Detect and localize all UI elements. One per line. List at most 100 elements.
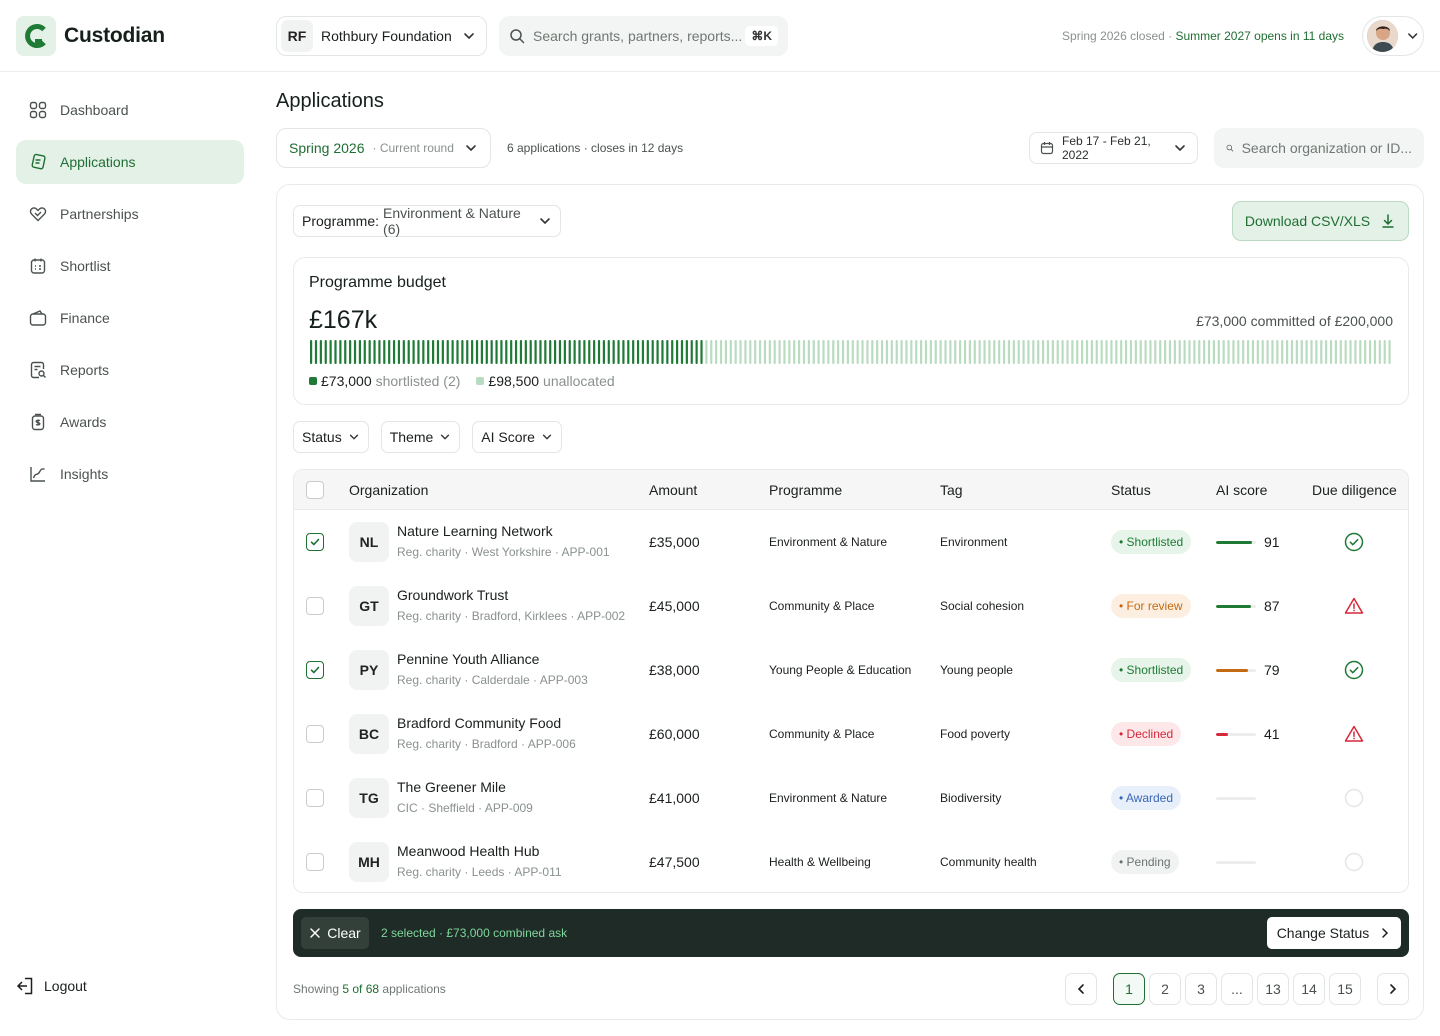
sidebar-item-applications[interactable]: Applications [16,140,244,184]
budget-tick [876,340,879,364]
empty-circle-icon[interactable] [1344,788,1364,808]
sidebar-item-dashboard[interactable]: Dashboard [16,88,244,132]
table-row[interactable]: BC Bradford Community Food Reg. charity · … [294,702,1408,766]
org-name[interactable]: The Greener Mile [397,779,506,795]
row-checkbox[interactable] [306,661,324,679]
ai-score-filter[interactable]: AI Score [472,421,562,453]
column-organization[interactable]: Organization [349,482,428,498]
sidebar-item-insights[interactable]: Insights [16,452,244,496]
status-badge[interactable]: • Pending [1111,850,1179,874]
budget-tick [1310,340,1313,364]
programme-filter[interactable]: Programme: Environment & Nature (6) [293,205,561,237]
budget-tick [310,340,313,364]
ai-score: 91 [1264,534,1280,550]
page-button[interactable]: 15 [1329,973,1361,1005]
organization-selector[interactable]: RF Rothbury Foundation [276,16,487,56]
change-status-button[interactable]: Change Status [1267,917,1401,949]
clear-selection-button[interactable]: Clear [301,917,369,949]
budget-tick [363,340,366,364]
programme-filter-label: Programme: [302,213,380,229]
status-badge[interactable]: • Shortlisted [1111,658,1192,682]
page-button[interactable]: 13 [1257,973,1289,1005]
budget-tick [646,340,649,364]
org-name[interactable]: Groundwork Trust [397,587,508,603]
row-checkbox[interactable] [306,597,324,615]
amount: £45,000 [649,598,700,614]
round-selector[interactable]: Spring 2026 · Current round [276,128,491,168]
page-button[interactable]: 14 [1293,973,1325,1005]
status-badge[interactable]: • Awarded [1111,786,1182,810]
status-filter[interactable]: Status [293,421,369,453]
budget-tick [1329,340,1333,364]
org-name[interactable]: Nature Learning Network [397,523,553,539]
org-name[interactable]: Bradford Community Food [397,715,561,731]
page-button[interactable]: 1 [1113,973,1145,1005]
budget-tick [973,340,976,364]
row-checkbox[interactable] [306,725,324,743]
warning-icon[interactable] [1344,724,1364,744]
user-menu[interactable] [1362,16,1424,56]
download-button[interactable]: Download CSV/XLS [1232,201,1409,241]
global-search[interactable]: Search grants, partners, reports... ⌘K [499,16,788,56]
budget-tick [1193,340,1196,364]
organization-search-input[interactable]: Search organization or ID... [1242,140,1412,156]
org-name[interactable]: Meanwood Health Hub [397,843,539,859]
budget-tick [1154,340,1157,364]
row-checkbox[interactable] [306,853,324,871]
budget-tick [475,340,479,364]
budget-tick [622,340,625,364]
column-tag[interactable]: Tag [940,482,963,498]
sidebar-item-awards[interactable]: Awards [16,400,244,444]
budget-tick [1183,340,1186,364]
table-row[interactable]: MH Meanwood Health Hub Reg. charity · Leed… [294,830,1408,892]
check-icon [310,666,320,674]
column-due-diligence[interactable]: Due diligence [1312,482,1397,498]
check-circle-icon[interactable] [1344,660,1364,680]
page-button[interactable]: 3 [1185,973,1217,1005]
budget-tick [1134,340,1137,364]
sidebar-item-shortlist[interactable]: Shortlist [16,244,244,288]
logout-button[interactable]: Logout [16,976,87,996]
theme-filter[interactable]: Theme [380,421,461,453]
page-button[interactable]: 2 [1149,973,1181,1005]
org-initials: PY [349,650,389,690]
status-badge[interactable]: • Declined [1111,722,1182,746]
brand-logo-icon[interactable] [16,16,56,56]
budget-tick [690,340,693,364]
column-status[interactable]: Status [1111,482,1151,498]
row-checkbox[interactable] [306,533,324,551]
showing-count: Showing 5 of 68 applications [293,982,446,996]
column-ai-score[interactable]: AI score [1216,482,1267,498]
sidebar-item-finance[interactable]: Finance [16,296,244,340]
applications-info: 6 applications · closes in 12 days [507,141,684,155]
ai-score-fill [1216,605,1251,608]
select-all-checkbox[interactable] [306,481,324,499]
table-row[interactable]: TG The Greener Mile CIC · Sheffield · APP-… [294,766,1408,830]
org-initials: BC [349,714,389,754]
date-range-picker[interactable]: Feb 17 - Feb 21, 2022 [1029,132,1198,164]
column-amount[interactable]: Amount [649,482,697,498]
warning-icon[interactable] [1344,596,1364,616]
sidebar-item-reports[interactable]: Reports [16,348,244,392]
table-row[interactable]: GT Groundwork Trust Reg. charity · Bradfor… [294,574,1408,638]
empty-circle-icon[interactable] [1344,852,1364,872]
sidebar-item-partnerships[interactable]: Partnerships [16,192,244,236]
chevron-right-icon [1382,928,1389,938]
status-badge[interactable]: • Shortlisted [1111,530,1192,554]
org-name[interactable]: Pennine Youth Alliance [397,651,539,667]
organization-search[interactable]: Search organization or ID... [1214,128,1424,168]
prev-page-button[interactable] [1065,973,1097,1005]
next-page-button[interactable] [1377,973,1409,1005]
global-search-input[interactable]: Search grants, partners, reports... [533,28,745,44]
budget-tick [407,340,410,364]
budget-tick [539,340,542,364]
row-checkbox[interactable] [306,789,324,807]
table-row[interactable]: NL Nature Learning Network Reg. charity · … [294,510,1408,574]
programme: Environment & Nature [769,535,888,549]
check-circle-icon[interactable] [1344,532,1364,552]
budget-tick [358,340,361,364]
column-programme[interactable]: Programme [769,482,842,498]
theme-filter-label: Theme [389,429,434,445]
status-badge[interactable]: • For review [1111,594,1191,618]
table-row[interactable]: PY Pennine Youth Alliance Reg. charity · C… [294,638,1408,702]
